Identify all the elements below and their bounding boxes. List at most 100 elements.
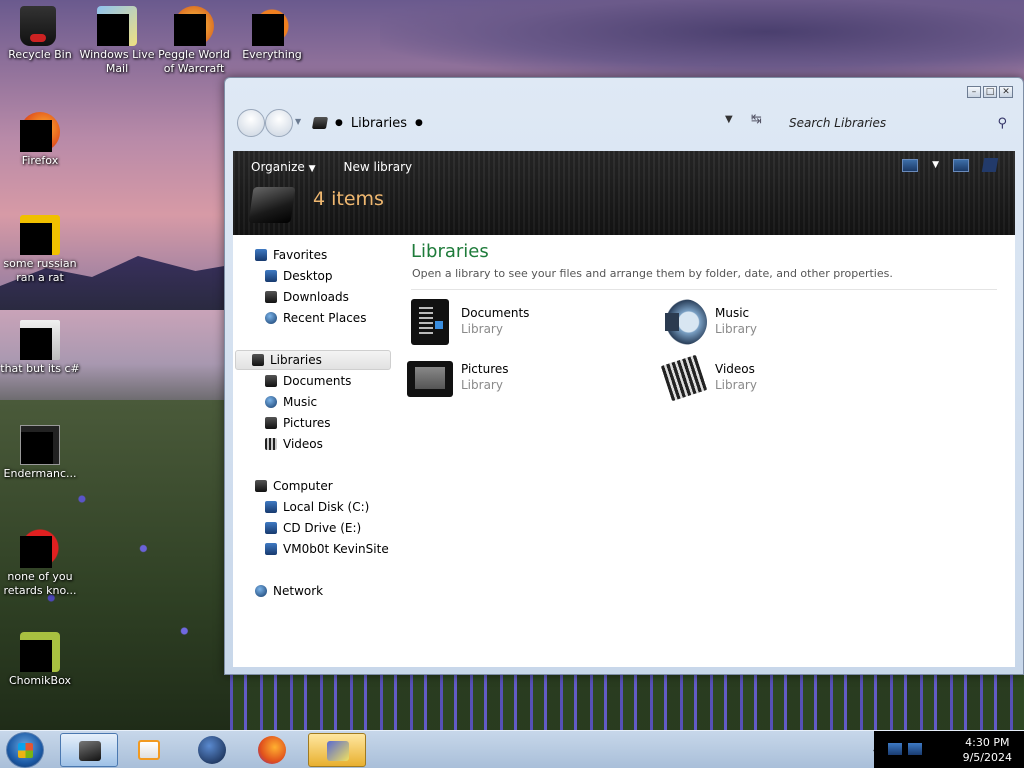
explorer-window[interactable]: – □ ✕ ▼ ● Libraries ● ▼ ↹ Search Librari… (224, 77, 1024, 675)
taskbar-notes-button[interactable] (308, 733, 366, 767)
chevron-down-icon: ▼ (308, 164, 316, 174)
start-button[interactable] (6, 732, 44, 768)
recycle-bin-icon (20, 6, 60, 46)
organize-button[interactable]: Organize ▼ (251, 160, 316, 174)
desktop-icon-label: Windows Live Mail (79, 48, 155, 75)
volume-tray-icon[interactable] (908, 743, 922, 755)
back-button[interactable] (237, 109, 265, 137)
content-area: Favorites Desktop Downloads Recent Place… (233, 235, 1015, 667)
libraries-large-icon (248, 187, 296, 223)
nav-videos[interactable]: Videos (265, 434, 323, 454)
nav-downloads[interactable]: Downloads (265, 287, 349, 307)
media-player-icon (138, 740, 160, 760)
desktop-icon-windows-live-mail[interactable]: Windows Live Mail (77, 6, 157, 76)
everything-icon (252, 6, 292, 46)
desktop-icon-endermanch[interactable]: Endermanc... (0, 425, 80, 481)
navigation-pane: Favorites Desktop Downloads Recent Place… (233, 235, 393, 667)
desktop-icon-label: Everything (242, 48, 302, 61)
minimize-button[interactable]: – (967, 86, 981, 98)
library-tile-pictures[interactable]: Pictures Library (407, 355, 647, 405)
address-dropdown-icon[interactable]: ▼ (725, 114, 733, 125)
nav-desktop[interactable]: Desktop (265, 266, 333, 286)
nav-pictures[interactable]: Pictures (265, 413, 331, 433)
breadcrumb-separator-icon[interactable]: ● (415, 118, 423, 128)
address-bar[interactable]: ● Libraries ● (309, 110, 737, 136)
documents-icon (265, 375, 277, 387)
desktop-icon-label: Peggle World of Warcraft (158, 48, 230, 75)
taskbar-explorer-button[interactable] (60, 733, 118, 767)
desktop-icon (265, 270, 277, 282)
mail-icon (97, 6, 137, 46)
desktop-icon-that-but-csharp[interactable]: that but its c# (0, 320, 80, 376)
caption-buttons: – □ ✕ (967, 86, 1013, 98)
desktop-icon-chomikbox[interactable]: ChomikBox (0, 632, 80, 688)
nav-cd-drive[interactable]: CD Drive (E:) (265, 518, 361, 538)
nav-favorites[interactable]: Favorites (255, 245, 327, 265)
page-subtitle: Open a library to see your files and arr… (412, 267, 893, 280)
preview-pane-icon[interactable] (953, 158, 969, 172)
desktop-icon-label: Firefox (21, 154, 59, 167)
taskbar: ▲ 4:30 PM 9/5/2024 (0, 730, 1024, 768)
address-row: ▼ ● Libraries ● ▼ ↹ Search Libraries ⚲ (235, 106, 1015, 140)
close-button[interactable]: ✕ (999, 86, 1013, 98)
help-icon[interactable] (981, 158, 999, 172)
network-tray-icon[interactable] (888, 743, 902, 755)
opera-icon (20, 528, 60, 568)
explorer-icon (79, 741, 101, 761)
desktop-icon-label: Endermanc... (3, 467, 77, 480)
desktop-icon-label: ChomikBox (9, 674, 71, 687)
breadcrumb-libraries[interactable]: Libraries (351, 116, 407, 131)
search-input[interactable]: Search Libraries (789, 116, 997, 130)
desktop-icon-label: that but its c# (0, 362, 80, 375)
desktop-icon-everything[interactable]: Everything (232, 6, 312, 62)
music-icon (265, 396, 277, 408)
taskbar-media-player-button[interactable] (120, 733, 178, 767)
refresh-icon[interactable]: ↹ (751, 112, 762, 127)
desktop-icon-firefox[interactable]: Firefox (0, 112, 80, 168)
peggle-icon (174, 6, 214, 46)
forward-button[interactable] (265, 109, 293, 137)
ie-icon (20, 215, 60, 255)
pictures-icon (265, 417, 277, 429)
network-drive-icon (265, 543, 277, 555)
nav-documents[interactable]: Documents (265, 371, 351, 391)
library-tile-videos[interactable]: Videos Library (660, 354, 901, 405)
breadcrumb-separator-icon[interactable]: ● (335, 118, 343, 128)
recent-places-icon (265, 312, 277, 324)
nav-network[interactable]: Network (255, 581, 323, 601)
wallpaper-clouds (380, 0, 1024, 80)
taskbar-globe-button[interactable] (184, 733, 242, 767)
clock[interactable]: 4:30 PM 9/5/2024 (963, 735, 1012, 765)
nav-recent-places[interactable]: Recent Places (265, 308, 366, 328)
windows-stack-icon (20, 320, 60, 360)
library-tile-documents[interactable]: Documents Library (407, 299, 647, 349)
library-tile-music[interactable]: Music Library (661, 299, 901, 349)
nav-network-drive[interactable]: VM0b0t KevinSite (265, 539, 389, 559)
music-icon (661, 299, 707, 345)
view-dropdown-icon[interactable]: ▼ (932, 160, 939, 170)
desktop-icon-peggle[interactable]: Peggle World of Warcraft (154, 6, 234, 76)
maximize-button[interactable]: □ (983, 86, 997, 98)
new-library-button[interactable]: New library (344, 160, 413, 174)
search-box[interactable]: Search Libraries ⚲ (781, 109, 1015, 137)
nav-music[interactable]: Music (265, 392, 317, 412)
desktop-icon-russian-rat[interactable]: some russian ran a rat (0, 215, 80, 285)
notes-icon (327, 741, 349, 761)
nav-local-disk[interactable]: Local Disk (C:) (265, 497, 369, 517)
nav-computer[interactable]: Computer (255, 476, 333, 496)
view-options-icon[interactable] (902, 158, 919, 172)
nav-libraries[interactable]: Libraries (235, 350, 391, 370)
globe-icon (198, 736, 226, 764)
wallpaper-flowers (230, 675, 1024, 730)
desktop-icon-label: none of you retards kno... (3, 570, 77, 597)
taskbar-firefox-button[interactable] (244, 733, 302, 767)
desktop-icon-none-of-you[interactable]: none of you retards kno... (0, 528, 80, 598)
cd-drive-icon (265, 522, 277, 534)
history-dropdown-icon[interactable]: ▼ (295, 117, 301, 126)
search-icon[interactable]: ⚲ (997, 116, 1007, 131)
desktop-icon-label: Recycle Bin (8, 48, 72, 61)
desktop-icon-recycle-bin[interactable]: Recycle Bin (0, 6, 80, 62)
system-tray: 4:30 PM 9/5/2024 (874, 731, 1024, 768)
divider (411, 289, 997, 290)
libraries-icon (311, 117, 329, 129)
